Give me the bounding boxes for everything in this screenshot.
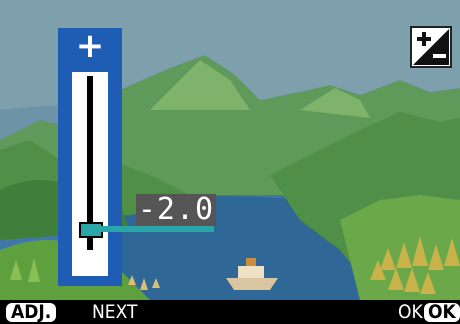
next-label: NEXT [92, 301, 138, 323]
ok-label: OK [398, 301, 423, 323]
exposure-compensation-icon [410, 26, 452, 68]
plus-icon: + [75, 26, 105, 66]
camera-screen: + − -2.0 ADJ. NEXT OK OK [0, 0, 460, 324]
exposure-value: -2.0 [136, 192, 216, 227]
adj-button[interactable]: ADJ. [6, 303, 57, 322]
minus-icon: − [75, 245, 105, 285]
exposure-slider-panel[interactable]: + − [58, 26, 122, 286]
ok-button[interactable]: OK [424, 303, 460, 322]
control-guide-bar: ADJ. NEXT OK OK [0, 300, 460, 324]
